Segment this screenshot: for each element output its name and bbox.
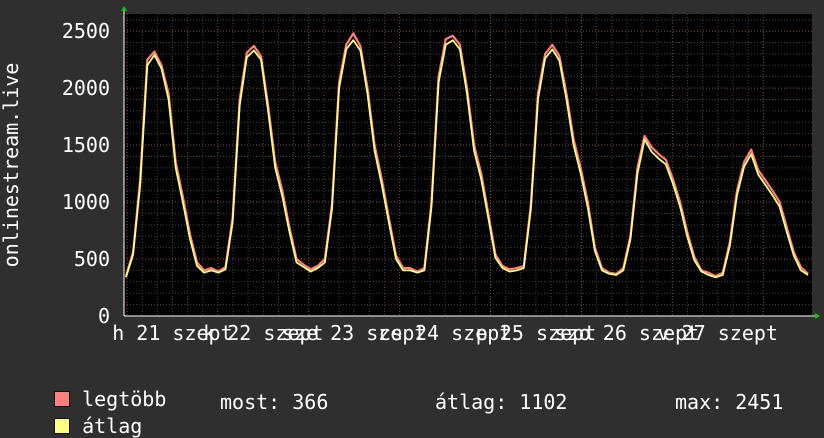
y-tick-label: 1500 [62,133,110,157]
plot-background [124,14,812,316]
stat-max: max: 2451 [675,390,784,414]
y-tick-label: 2500 [62,19,110,43]
legend-label-avg: átlag [82,414,143,438]
legend-item-avg: átlag [30,390,142,438]
y-tick-label: 1000 [62,190,110,214]
stat-average: átlag: 1102 [435,390,568,414]
y-tick-label: 0 [98,304,110,328]
y-axis-label: onlinestream.live [0,63,23,268]
x-tick-label: v 27 szept [658,321,778,345]
legend-swatch-avg [54,418,71,434]
y-axis-arrow [121,6,127,11]
y-tick-label: 2000 [62,76,110,100]
x-axis-arrow [815,313,820,319]
y-tick-label: 500 [74,247,110,271]
y-tick-labels: 0 500 1000 1500 2000 2500 [62,19,110,328]
stat-current: most: 366 [220,390,329,414]
x-tick-labels: h 21 szeptk 22 szeptsze 23 szeptcs 24 sz… [112,321,778,345]
